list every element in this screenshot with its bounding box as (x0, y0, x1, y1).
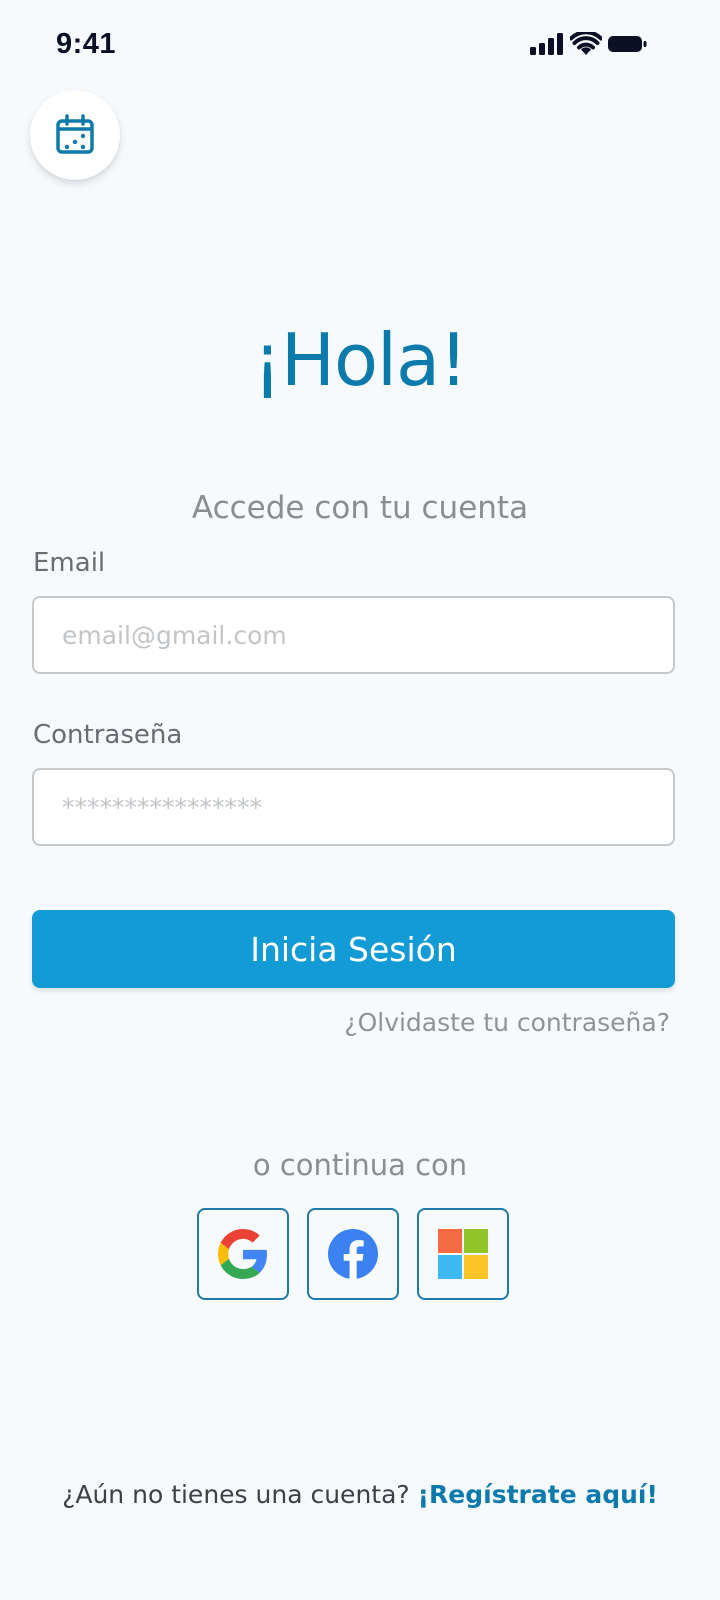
signup-prompt-text: ¿Aún no tienes una cuenta? (62, 1480, 410, 1509)
microsoft-login-button[interactable] (417, 1208, 509, 1300)
calendar-button[interactable] (30, 90, 120, 180)
email-field[interactable] (32, 596, 675, 674)
password-label: Contraseña (33, 720, 183, 750)
status-bar: 9:41 (0, 0, 720, 92)
status-icons (530, 32, 648, 56)
facebook-icon (328, 1229, 378, 1279)
social-login-row (197, 1208, 509, 1300)
status-time: 9:41 (56, 28, 117, 60)
cellular-signal-icon (530, 33, 563, 55)
google-login-button[interactable] (197, 1208, 289, 1300)
greeting-title: ¡Hola! (252, 318, 468, 402)
battery-icon (608, 36, 647, 52)
microsoft-icon (438, 1229, 488, 1279)
google-icon (218, 1229, 267, 1279)
calendar-icon (56, 114, 94, 154)
login-button[interactable]: Inicia Sesión (32, 910, 675, 988)
signup-link[interactable]: ¡Regístrate aquí! (418, 1480, 658, 1509)
password-field[interactable] (32, 768, 675, 846)
facebook-login-button[interactable] (307, 1208, 399, 1300)
social-divider-text: o continua con (252, 1148, 468, 1182)
signup-prompt-line: ¿Aún no tienes una cuenta? ¡Regístrate a… (0, 1480, 720, 1509)
email-label: Email (33, 548, 106, 578)
login-subtitle: Accede con tu cuenta (191, 490, 529, 526)
forgot-password-link[interactable]: ¿Olvidaste tu contraseña? (344, 1008, 670, 1037)
wifi-icon (570, 32, 602, 55)
